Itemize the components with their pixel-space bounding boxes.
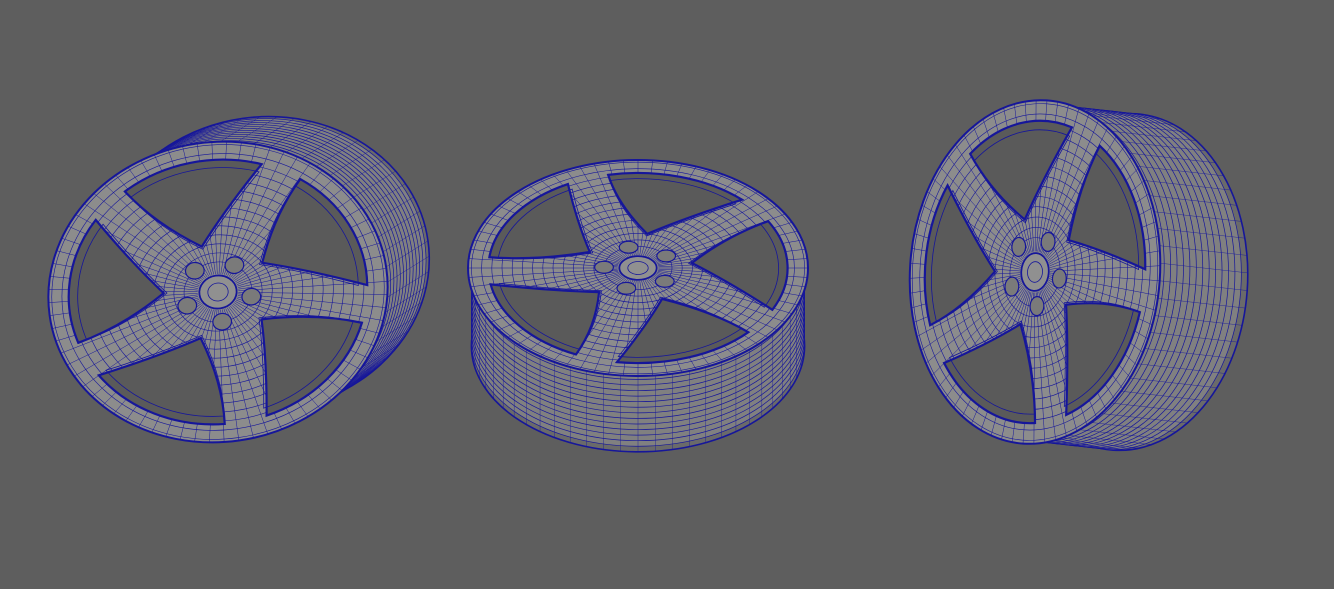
lug-nut (655, 275, 674, 287)
lug-nut (595, 261, 614, 273)
wheel-face (468, 160, 808, 376)
3d-viewport[interactable] (0, 0, 1334, 589)
wheel-2[interactable] (468, 160, 808, 452)
lug-nut (617, 282, 636, 294)
wheel-1[interactable] (29, 95, 449, 464)
wireframe-scene[interactable] (0, 0, 1334, 589)
lug-nut (619, 241, 638, 253)
wheel-3[interactable] (898, 92, 1259, 459)
center-cap (619, 256, 656, 280)
lug-nut (657, 250, 676, 262)
